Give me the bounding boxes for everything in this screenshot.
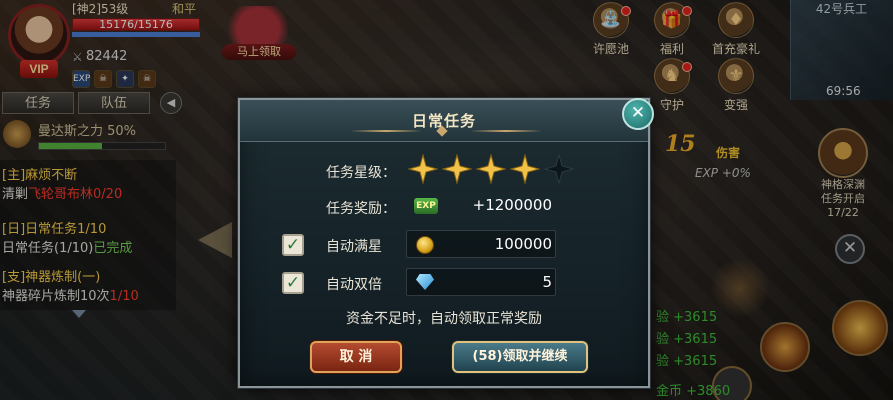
auto-double-cost: 5 [542,273,552,291]
dialog-header: 日常任务 [240,100,648,142]
auto-full-star-checkbox[interactable]: ✓ [282,234,304,256]
cancel-button[interactable]: 取 消 [310,341,402,373]
star-filled-icon [476,154,506,184]
star-empty-icon [544,154,574,184]
title-flourish-right [470,130,542,132]
dialog-close-button[interactable]: ✕ [622,98,654,130]
auto-double-checkbox[interactable]: ✓ [282,272,304,294]
star-filled-icon [408,154,438,184]
star-filled-icon [442,154,472,184]
task-reward-value: +1200000 [472,196,552,214]
gold-coin-icon [416,236,434,254]
star-rating [408,154,574,184]
task-reward-label: 任务奖励： [326,201,396,217]
fund-notice: 资金不足时，自动领取正常奖励 [346,311,542,327]
claim-and-continue-button[interactable]: (58)领取并继续 [452,341,588,373]
star-level-label: 任务星级： [326,165,396,181]
star-filled-icon [510,154,540,184]
auto-full-star-cost: 100000 [494,235,552,253]
auto-double-label: 自动双倍 [326,277,382,293]
daily-task-dialog: 日常任务 任务星级： 任务奖励： EXP +1200000 ✓ 自动满星 100… [238,98,650,388]
title-flourish-left [350,130,422,132]
exp-icon: EXP [414,198,438,214]
auto-full-star-label: 自动满星 [326,239,382,255]
